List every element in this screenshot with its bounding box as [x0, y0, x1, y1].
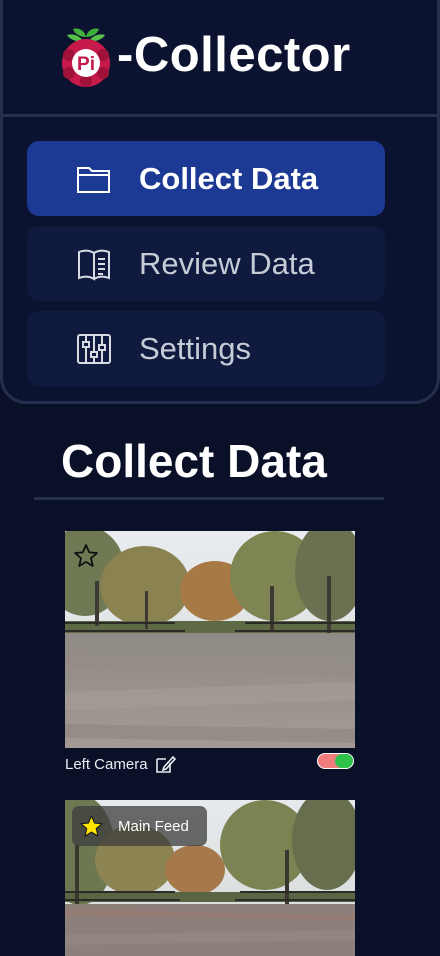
title-underline: [34, 497, 384, 500]
feed-caption: Left Camera: [65, 755, 148, 773]
main-nav: Collect Data Review Data Settings: [27, 141, 385, 396]
main-feed-label: Main Feed: [118, 817, 189, 835]
page-title: Collect Data: [61, 435, 327, 487]
nav-label-settings: Settings: [139, 330, 252, 366]
main-feed-image[interactable]: Main Feed: [65, 800, 355, 956]
main-feed-badge[interactable]: Main Feed: [72, 806, 207, 846]
logo-text: Pi: [77, 54, 95, 75]
nav-label-review-data: Review Data: [139, 245, 315, 281]
app-logo-row: Pi -Collector: [55, 22, 351, 92]
nav-item-collect-data[interactable]: Collect Data: [27, 141, 385, 216]
camera-toggle[interactable]: [317, 753, 354, 769]
edit-icon[interactable]: [154, 753, 176, 775]
header-panel: Pi -Collector Collect Data Review Data S…: [0, 0, 440, 404]
toggle-knob: [335, 754, 353, 768]
header-divider: [3, 114, 437, 117]
camera-feed-card-main: Main Feed: [65, 800, 355, 956]
folder-icon: [77, 166, 110, 193]
book-icon: [78, 249, 110, 281]
nav-item-review-data[interactable]: Review Data: [27, 226, 385, 301]
nav-item-settings[interactable]: Settings: [27, 311, 385, 386]
app-title: -Collector: [117, 28, 351, 82]
feed-caption-row: Left Camera: [65, 753, 355, 775]
camera-feed-card-left: Left Camera: [65, 531, 355, 775]
camera-feed-image[interactable]: [65, 531, 355, 748]
nav-label-collect-data: Collect Data: [139, 160, 319, 196]
star-filled-icon: [80, 814, 103, 837]
sliders-icon: [77, 333, 111, 364]
raspberry-pi-logo: Pi: [62, 28, 110, 87]
feed-caption-left: Left Camera: [65, 753, 176, 775]
star-outline-icon[interactable]: [73, 543, 99, 569]
